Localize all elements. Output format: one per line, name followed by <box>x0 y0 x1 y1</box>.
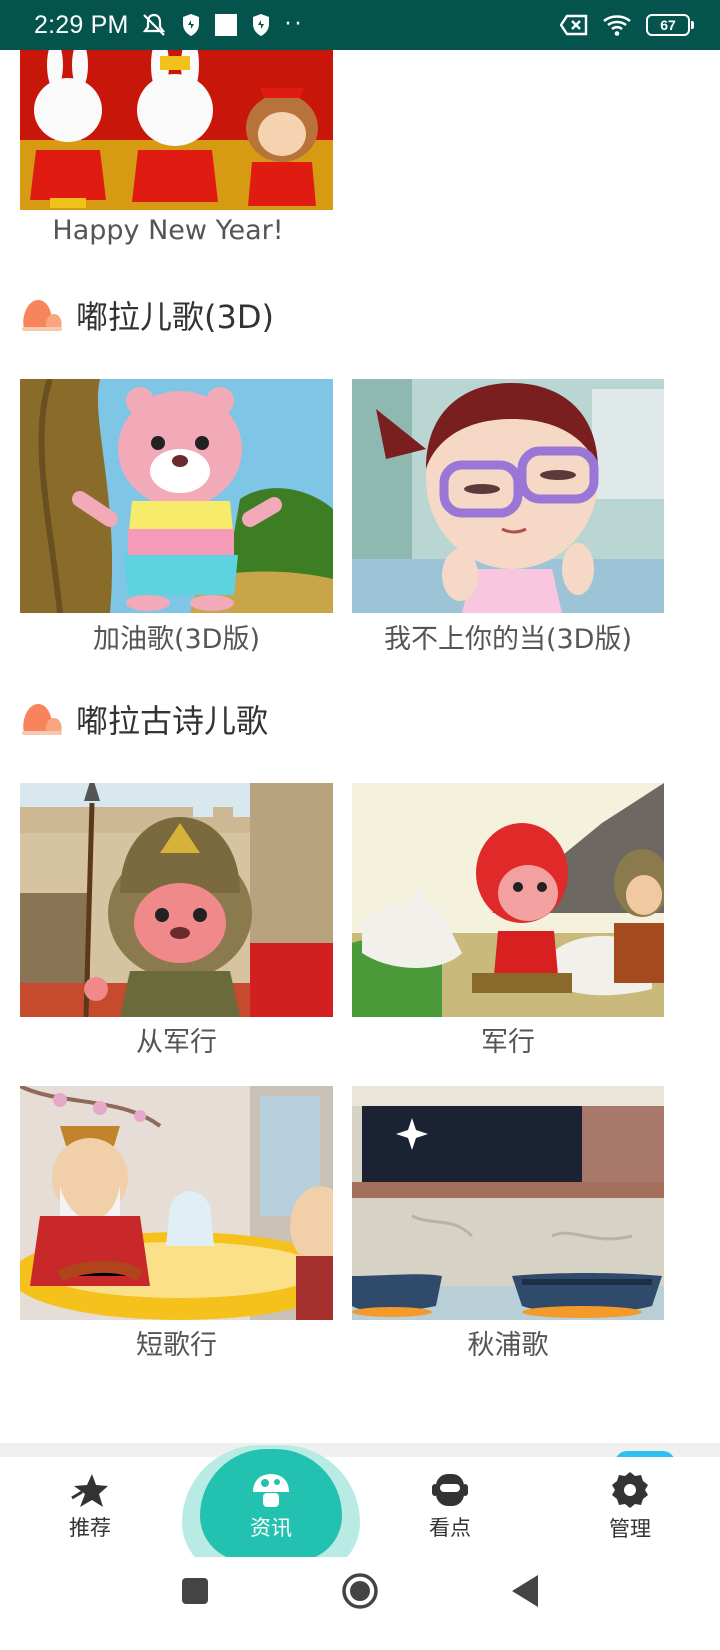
status-system-icons: 67 <box>560 13 694 37</box>
gear-icon <box>612 1472 648 1508</box>
video-thumbnail-junxing[interactable] <box>352 783 664 1017</box>
video-thumbnail-happy-new-year[interactable] <box>20 50 333 210</box>
tab-label: 管理 <box>609 1517 651 1541</box>
video-thumbnail-wobushangnidedang[interactable] <box>352 379 664 613</box>
battery-level: 67 <box>660 17 676 33</box>
tab-highlights[interactable]: 看点 <box>360 1457 540 1557</box>
tab-label: 看点 <box>429 1516 471 1540</box>
tab-news[interactable]: 资讯 <box>181 1457 361 1557</box>
bottom-nav: 推荐 资讯 看点 管理 <box>0 1445 720 1575</box>
tab-manage[interactable]: 管理 <box>540 1457 720 1557</box>
tab-label: 推荐 <box>69 1516 111 1540</box>
video-caption: 军行 <box>481 1027 535 1058</box>
sim-off-icon <box>560 14 588 36</box>
video-caption: 加油歌(3D版) <box>92 624 261 655</box>
star-icon <box>71 1474 108 1507</box>
video-caption: 短歌行 <box>136 1330 217 1361</box>
shield-icon <box>182 14 199 36</box>
video-caption: Happy New Year! <box>52 215 284 246</box>
mushroom-section-icon <box>22 300 62 331</box>
tab-recommend[interactable]: 推荐 <box>0 1457 180 1557</box>
square-icon <box>214 14 237 36</box>
content-scroll[interactable]: Happy New Year! 嘟拉儿歌(3D) 加油歌(3D版) 我不上你的当… <box>0 50 720 1455</box>
section-title: 嘟拉古诗儿歌 <box>76 702 269 740</box>
status-bar: 2:29 PM ·· 67 <box>0 0 720 50</box>
video-caption: 秋浦歌 <box>467 1330 549 1361</box>
video-thumbnail-jiayouge[interactable] <box>20 379 333 613</box>
home-button[interactable] <box>341 1572 379 1610</box>
status-time: 2:29 PM <box>34 10 129 39</box>
video-caption: 从军行 <box>136 1027 217 1058</box>
more-dots-icon: ·· <box>284 12 305 37</box>
status-notification-icons: ·· <box>141 12 305 38</box>
section-header: 嘟拉儿歌(3D) <box>20 292 274 338</box>
shield-icon <box>252 14 269 36</box>
battery-icon: 67 <box>646 14 694 36</box>
system-nav-bar <box>0 1557 720 1650</box>
section-header: 嘟拉古诗儿歌 <box>20 696 268 742</box>
mushroom-section-icon <box>22 704 62 735</box>
tab-label: 资讯 <box>250 1516 292 1540</box>
wifi-icon <box>603 15 631 36</box>
video-thumbnail-duangexing[interactable] <box>20 1086 333 1320</box>
back-button[interactable] <box>510 1574 540 1608</box>
robot-icon <box>432 1474 468 1506</box>
section-title: 嘟拉儿歌(3D) <box>76 298 274 336</box>
muted-bell-icon <box>142 13 165 36</box>
recents-button[interactable] <box>181 1577 209 1605</box>
video-thumbnail-congjunxing[interactable] <box>20 783 333 1017</box>
mushroom-icon <box>253 1474 289 1507</box>
video-caption: 我不上你的当(3D版) <box>383 624 633 655</box>
video-thumbnail-qiupuge[interactable] <box>352 1086 664 1320</box>
nav-divider <box>0 1443 720 1457</box>
